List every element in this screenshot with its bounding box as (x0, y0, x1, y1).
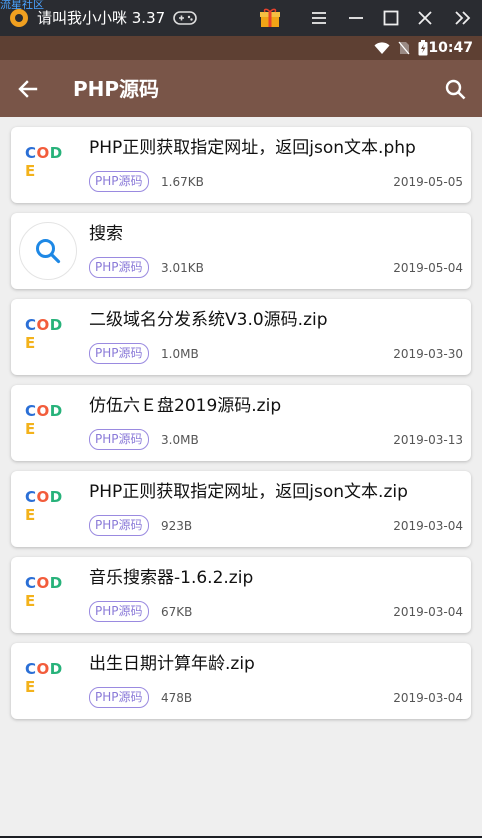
code-logo-letter: C (25, 488, 37, 506)
battery-icon (418, 40, 428, 56)
code-logo-letter: E (25, 420, 36, 438)
search-icon[interactable] (442, 76, 470, 104)
code-logo-letter: D (49, 488, 63, 506)
code-logo-letter: C (25, 660, 37, 678)
file-date: 2019-03-13 (393, 433, 463, 447)
wifi-icon (374, 42, 390, 54)
code-logo-icon: CODE (25, 402, 73, 438)
file-date: 2019-03-04 (393, 519, 463, 533)
code-logo-letter: C (25, 316, 37, 334)
file-title: 仿伍六Ｅ盘2019源码.zip (89, 396, 282, 416)
file-card[interactable]: CODE PHP正则获取指定网址，返回json文本.zip PHP源码 923B … (11, 471, 471, 547)
gamepad-icon[interactable] (172, 6, 198, 30)
code-logo-letter: D (49, 660, 63, 678)
code-logo-letter: O (36, 488, 50, 506)
file-date: 2019-03-04 (393, 691, 463, 705)
code-logo-letter: D (49, 144, 63, 162)
category-tag: PHP源码 (89, 601, 149, 622)
file-title: 二级域名分发系统V3.0源码.zip (89, 310, 328, 330)
file-list: CODE PHP正则获取指定网址，返回json文本.php PHP源码 1.67K… (0, 117, 482, 838)
emulator-title: 请叫我小小咪 3.37 (37, 9, 166, 27)
menu-icon[interactable] (306, 6, 332, 30)
minimize-icon[interactable] (343, 6, 369, 30)
file-title: 搜索 (89, 224, 123, 244)
code-logo-icon: CODE (25, 144, 73, 180)
code-logo-icon: CODE (25, 574, 73, 610)
file-date: 2019-03-30 (393, 347, 463, 361)
file-date: 2019-03-04 (393, 605, 463, 619)
file-size: 1.0MB (161, 347, 199, 361)
search-thumbnail-icon (19, 222, 77, 280)
file-size: 67KB (161, 605, 193, 619)
code-logo-letter: E (25, 162, 36, 180)
close-icon[interactable] (412, 6, 438, 30)
code-logo-letter: D (49, 402, 63, 420)
maximize-icon[interactable] (378, 6, 404, 30)
category-tag: PHP源码 (89, 515, 149, 536)
status-time: 10:47 (428, 40, 473, 56)
code-logo-letter: O (36, 144, 50, 162)
category-tag: PHP源码 (89, 257, 149, 278)
app-bar: PHP源码 (0, 60, 482, 117)
code-logo-letter: O (36, 574, 50, 592)
code-logo-letter: O (36, 402, 50, 420)
file-size: 1.67KB (161, 175, 204, 189)
code-logo-letter: E (25, 506, 36, 524)
sim-icon (398, 41, 410, 55)
file-card[interactable]: CODE 出生日期计算年龄.zip PHP源码 478B 2019-03-04 (11, 643, 471, 719)
file-title: 出生日期计算年龄.zip (89, 654, 255, 674)
code-logo-icon: CODE (25, 660, 73, 696)
file-title: 音乐搜索器-1.6.2.zip (89, 568, 254, 588)
code-logo-letter: C (25, 402, 37, 420)
collapse-icon[interactable] (450, 6, 476, 30)
category-tag: PHP源码 (89, 687, 149, 708)
code-logo-icon: CODE (25, 488, 73, 524)
file-card[interactable]: CODE 仿伍六Ｅ盘2019源码.zip PHP源码 3.0MB 2019-03-… (11, 385, 471, 461)
emulator-title-bar: 流星社区 请叫我小小咪 3.37 (0, 0, 482, 36)
code-logo-letter: E (25, 592, 36, 610)
back-arrow-icon[interactable] (14, 76, 44, 102)
file-size: 3.01KB (161, 261, 204, 275)
file-card[interactable]: CODE PHP正则获取指定网址，返回json文本.php PHP源码 1.67K… (11, 127, 471, 203)
code-logo-letter: C (25, 574, 37, 592)
file-size: 478B (161, 691, 193, 705)
code-logo-icon: CODE (25, 316, 73, 352)
status-bar: 10:47 (0, 36, 482, 60)
file-title: PHP正则获取指定网址，返回json文本.php (89, 138, 416, 158)
file-card[interactable]: CODE 音乐搜索器-1.6.2.zip PHP源码 67KB 2019-03-0… (11, 557, 471, 633)
code-logo-letter: C (25, 144, 37, 162)
code-logo-letter: O (36, 660, 50, 678)
file-title: PHP正则获取指定网址，返回json文本.zip (89, 482, 408, 502)
file-card[interactable]: 搜索 PHP源码 3.01KB 2019-05-04 (11, 213, 471, 289)
file-size: 3.0MB (161, 433, 199, 447)
code-logo-letter: E (25, 678, 36, 696)
code-logo-letter: O (36, 316, 50, 334)
code-logo-letter: D (49, 574, 63, 592)
code-logo-letter: D (49, 316, 63, 334)
category-tag: PHP源码 (89, 343, 149, 364)
category-tag: PHP源码 (89, 171, 149, 192)
file-date: 2019-05-05 (393, 175, 463, 189)
gift-icon[interactable] (257, 6, 283, 30)
code-logo-letter: E (25, 334, 36, 352)
file-card[interactable]: CODE 二级域名分发系统V3.0源码.zip PHP源码 1.0MB 2019-… (11, 299, 471, 375)
file-date: 2019-05-04 (393, 261, 463, 275)
emulator-logo-icon (10, 9, 28, 27)
category-tag: PHP源码 (89, 429, 149, 450)
file-size: 923B (161, 519, 193, 533)
page-title: PHP源码 (73, 77, 160, 101)
